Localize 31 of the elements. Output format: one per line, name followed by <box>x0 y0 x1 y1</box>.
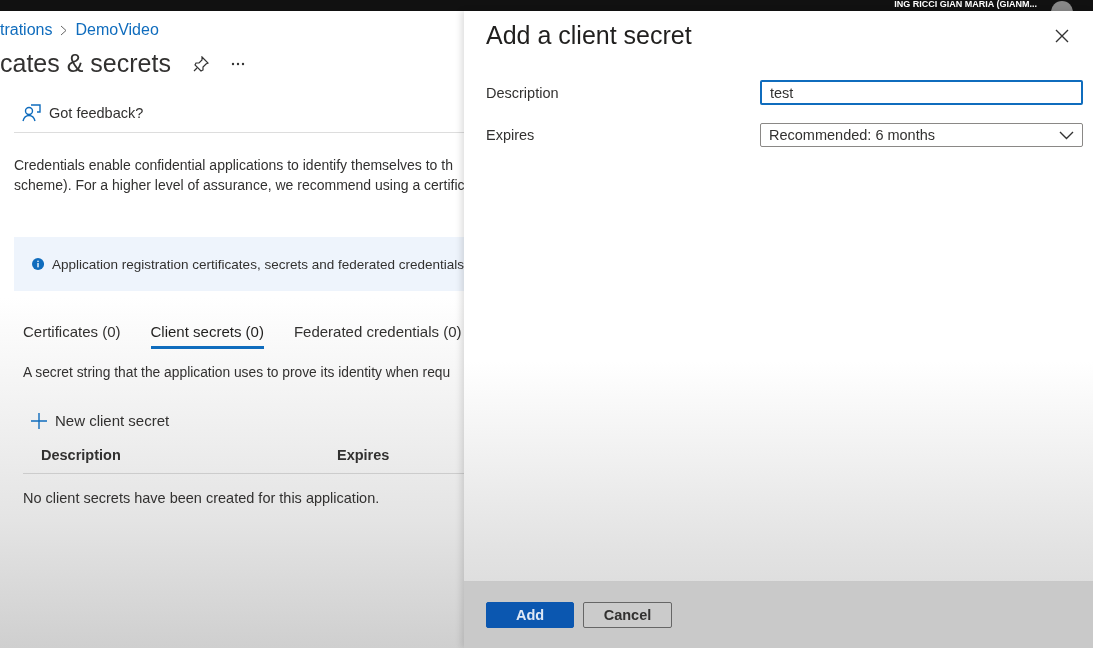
intro-text: scheme). For a higher level of assurance, we recommend using a certific <box>14 176 464 195</box>
more-icon[interactable] <box>230 61 245 66</box>
column-header: Description <box>41 447 122 463</box>
tab-description: A secret string that the application uses to prove its identity when requ <box>23 365 452 380</box>
chevron-down-icon <box>1059 130 1074 140</box>
empty-message: No client secrets have been created for this application. <box>23 490 381 506</box>
panel-title: Add a client secret <box>486 21 692 50</box>
add-button[interactable]: Add <box>486 602 574 628</box>
column-header: Expires <box>337 447 390 463</box>
field-label: Description <box>486 84 560 101</box>
feedback-link[interactable]: Got feedback? <box>49 105 144 121</box>
pin-icon[interactable] <box>192 55 209 72</box>
tab[interactable]: Client secrets (0) <box>150 323 264 349</box>
breadcrumb-link[interactable]: DemoVideo <box>75 21 159 39</box>
expires-dropdown[interactable]: Recommended: 6 months <box>760 123 1083 147</box>
description-field[interactable]: test <box>760 80 1083 105</box>
info-text: Application registration certificates, secrets and federated credentials <box>52 256 464 272</box>
user-name: ING RICCI GIAN MARIA (GIANM... <box>894 0 1037 9</box>
breadcrumb-link[interactable]: trations <box>0 21 53 39</box>
close-icon <box>1055 28 1069 43</box>
feedback-icon <box>22 104 41 122</box>
tab[interactable]: Certificates (0) <box>23 323 121 349</box>
info-icon <box>32 255 45 273</box>
intro-text: Credentials enable confidential applications to identify themselves to th <box>14 156 454 175</box>
chevron-right-icon <box>60 24 68 36</box>
plus-icon <box>31 412 47 429</box>
page-title: cates & secrets <box>0 49 171 78</box>
cancel-button[interactable]: Cancel <box>583 602 672 628</box>
field-label: Expires <box>486 127 536 143</box>
tab[interactable]: Federated credentials (0) <box>293 323 462 349</box>
new-client-secret-button[interactable]: New client secret <box>31 412 170 429</box>
